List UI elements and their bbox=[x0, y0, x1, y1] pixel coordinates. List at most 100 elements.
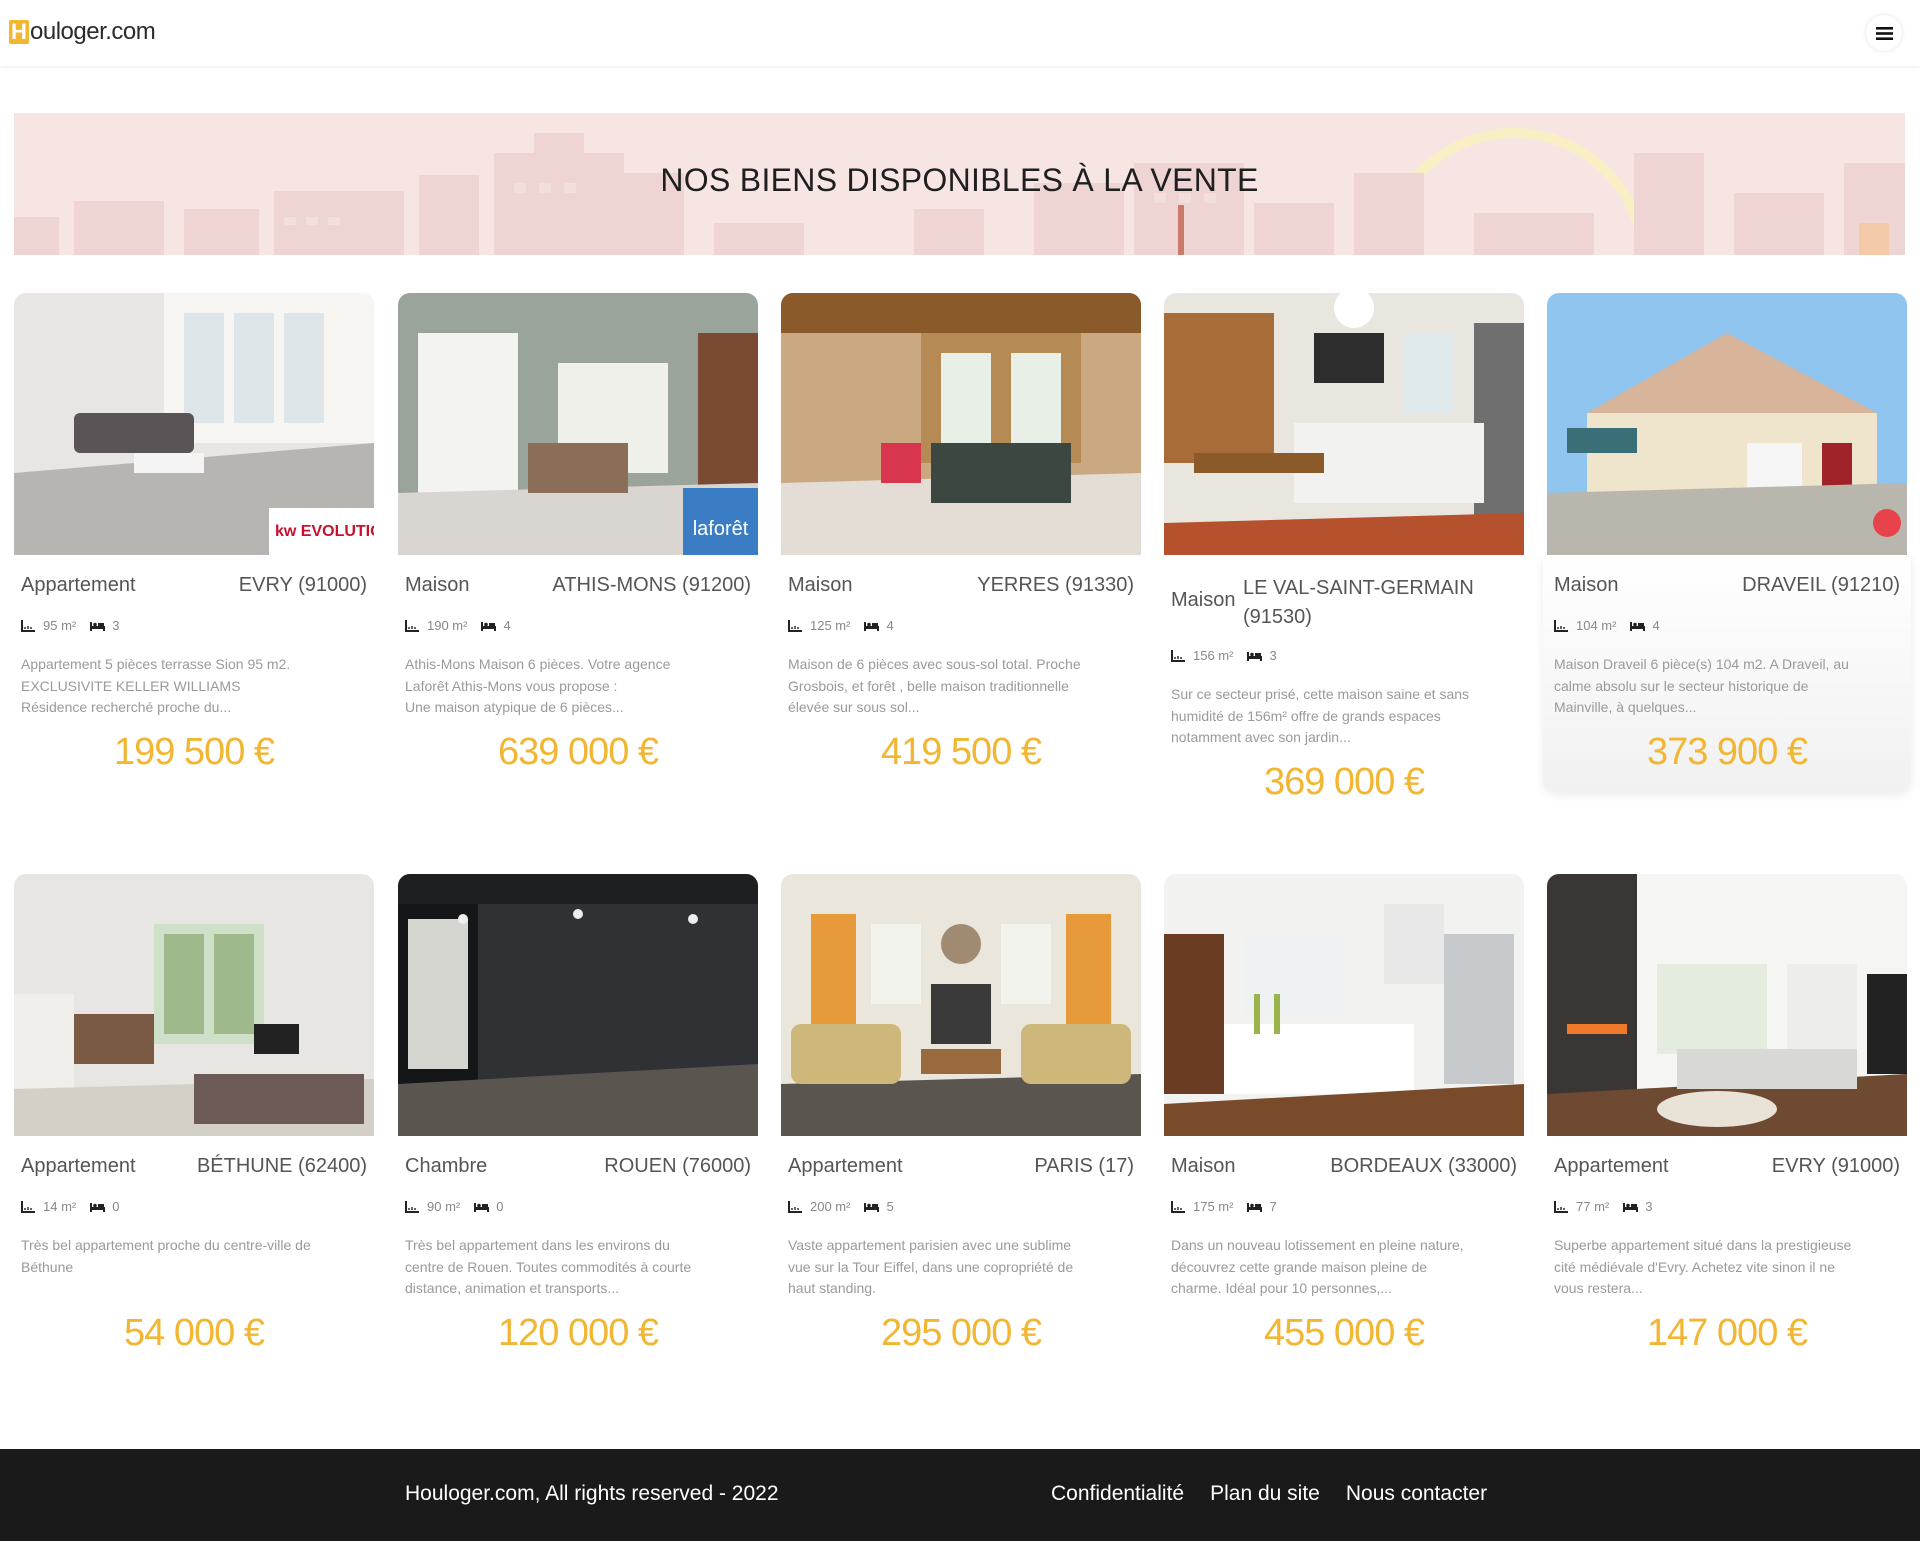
area-icon bbox=[405, 1200, 419, 1213]
property-city: EVRY (91000) bbox=[238, 574, 367, 596]
area-value: 95 m² bbox=[43, 618, 77, 633]
listing-price: 120 000 € bbox=[497, 1312, 659, 1354]
listing-photo[interactable] bbox=[1164, 293, 1524, 555]
rooms-spec: 4 bbox=[864, 618, 894, 633]
area-icon bbox=[21, 619, 35, 632]
listing-description: Vaste appartement parisien avec une subl… bbox=[788, 1235, 1136, 1300]
rooms-value: 3 bbox=[1645, 1199, 1653, 1214]
listing-photo-image bbox=[1164, 874, 1524, 1136]
listing-photo[interactable] bbox=[781, 874, 1141, 1136]
rooms-spec: 7 bbox=[1247, 1199, 1277, 1214]
property-city: EVRY (91000) bbox=[1771, 1155, 1900, 1177]
rooms-spec: 0 bbox=[474, 1199, 503, 1214]
logo-mark: H bbox=[9, 20, 29, 44]
listing-photo[interactable] bbox=[1164, 874, 1524, 1136]
area-value: 104 m² bbox=[1576, 618, 1617, 633]
listing-photo[interactable] bbox=[1547, 293, 1907, 555]
listing-description-line: Superbe appartement situé dans la presti… bbox=[1554, 1237, 1852, 1253]
listing-photo[interactable] bbox=[14, 874, 374, 1136]
listing-photo-image bbox=[1547, 293, 1907, 555]
listing-price: 369 000 € bbox=[1263, 761, 1425, 803]
menu-button[interactable] bbox=[1866, 15, 1902, 51]
property-type: Maison bbox=[1554, 574, 1619, 596]
rooms-spec: 4 bbox=[1630, 618, 1660, 633]
listing-description: Maison Draveil 6 pièce(s) 104 m2. A Drav… bbox=[1554, 654, 1902, 719]
area-value: 190 m² bbox=[427, 618, 468, 633]
area-icon bbox=[1554, 1200, 1568, 1213]
listing-photo[interactable]: kw EVOLUTION bbox=[14, 293, 374, 555]
property-specs: 77 m² 3 bbox=[1554, 1199, 1666, 1214]
footer-link-contact[interactable]: Nous contacter bbox=[1346, 1482, 1487, 1506]
listing-description-line: Résidence recherché proche du... bbox=[21, 699, 232, 715]
area-value: 90 m² bbox=[427, 1199, 461, 1214]
area-spec: 14 m² bbox=[21, 1199, 76, 1214]
listing-description-line: Appartement 5 pièces terrasse Sion 95 m2… bbox=[21, 656, 291, 672]
area-icon bbox=[788, 619, 802, 632]
listing-description: Maison de 6 pièces avec sous-sol total. … bbox=[788, 654, 1136, 719]
listing-photo[interactable] bbox=[1547, 874, 1907, 1136]
page-title: NOS BIENS DISPONIBLES À LA VENTE bbox=[660, 162, 1259, 198]
property-specs: 14 m² 0 bbox=[21, 1199, 133, 1214]
property-specs: 95 m² 3 bbox=[21, 618, 133, 633]
site-logo[interactable]: H ouloger.com bbox=[9, 18, 156, 46]
listing-photo[interactable] bbox=[781, 293, 1141, 555]
area-spec: 175 m² bbox=[1171, 1199, 1233, 1214]
listing-description-line: Sur ce secteur prisé, cette maison saine… bbox=[1171, 686, 1470, 702]
listing-description: Superbe appartement situé dans la presti… bbox=[1554, 1235, 1902, 1300]
property-specs: 190 m² 4 bbox=[405, 618, 525, 633]
area-spec: 90 m² bbox=[405, 1199, 460, 1214]
listing-description: Appartement 5 pièces terrasse Sion 95 m2… bbox=[21, 654, 369, 719]
bed-icon bbox=[474, 1202, 490, 1212]
property-type: Appartement bbox=[21, 574, 136, 596]
listing-price: 199 500 € bbox=[113, 731, 275, 773]
listing-description-line: Très bel appartement dans les environs d… bbox=[405, 1237, 670, 1253]
listing-photo-image bbox=[781, 293, 1141, 555]
listing-price: 373 900 € bbox=[1646, 731, 1808, 773]
listing-description-line: Vaste appartement parisien avec une subl… bbox=[788, 1237, 1072, 1253]
property-specs: 90 m² 0 bbox=[405, 1199, 517, 1214]
bed-icon bbox=[481, 621, 497, 631]
property-specs: 175 m² 7 bbox=[1171, 1199, 1291, 1214]
rooms-spec: 4 bbox=[481, 618, 511, 633]
listing-description-line: EXCLUSIVITE KELLER WILLIAMS bbox=[21, 677, 241, 694]
listing-description-line: calme absolu sur le secteur historique d… bbox=[1554, 677, 1809, 694]
listing-photo-image bbox=[781, 874, 1141, 1136]
rooms-value: 3 bbox=[112, 618, 120, 633]
rooms-value: 0 bbox=[496, 1199, 504, 1214]
property-city: YERRES (91330) bbox=[977, 574, 1134, 596]
area-value: 125 m² bbox=[810, 618, 851, 633]
listing-description-line: Béthune bbox=[21, 1258, 74, 1275]
site-header: H ouloger.com bbox=[0, 0, 1920, 66]
bed-icon bbox=[864, 621, 880, 631]
property-type: Appartement bbox=[21, 1155, 136, 1177]
listing-description: Sur ce secteur prisé, cette maison saine… bbox=[1171, 684, 1519, 749]
listing-price: 639 000 € bbox=[497, 731, 659, 773]
listing-description-line: Maison de 6 pièces avec sous-sol total. … bbox=[788, 656, 1081, 672]
listing-description: Très bel appartement dans les environs d… bbox=[405, 1235, 753, 1300]
footer-link-privacy[interactable]: Confidentialité bbox=[1051, 1482, 1184, 1506]
area-spec: 156 m² bbox=[1171, 648, 1233, 663]
listing-photo[interactable]: laforêt bbox=[398, 293, 758, 555]
listing-price: 455 000 € bbox=[1263, 1312, 1425, 1354]
rooms-value: 4 bbox=[886, 618, 894, 633]
hero-banner: NOS BIENS DISPONIBLES À LA VENTE bbox=[14, 113, 1905, 255]
listing-description-line: notamment avec son jardin... bbox=[1171, 729, 1351, 745]
listing-photo-image bbox=[1547, 874, 1907, 1136]
footer-link-sitemap[interactable]: Plan du site bbox=[1210, 1482, 1320, 1506]
rooms-spec: 5 bbox=[864, 1199, 894, 1214]
listing-description-line: Dans un nouveau lotissement en pleine na… bbox=[1171, 1237, 1464, 1253]
property-specs: 125 m² 4 bbox=[788, 618, 908, 633]
listing-description-line: haut standing. bbox=[788, 1280, 876, 1296]
listing-photo[interactable] bbox=[398, 874, 758, 1136]
area-icon bbox=[1171, 1200, 1185, 1213]
listing-description-line: centre de Rouen. Toutes commodités à cou… bbox=[405, 1258, 692, 1275]
listing-description-line: charme. Idéal pour 10 personnes,... bbox=[1171, 1280, 1393, 1296]
hamburger-icon bbox=[1875, 26, 1893, 40]
area-icon bbox=[1171, 649, 1185, 662]
area-icon bbox=[788, 1200, 802, 1213]
listing-description-line: vous restera... bbox=[1554, 1280, 1643, 1296]
rooms-value: 7 bbox=[1269, 1199, 1277, 1214]
property-city: LE VAL-SAINT-GERMAIN (91530) bbox=[1243, 577, 1474, 628]
property-city: ROUEN (76000) bbox=[604, 1155, 751, 1177]
listing-description-line: Laforêt Athis-Mons vous propose : bbox=[405, 677, 618, 694]
